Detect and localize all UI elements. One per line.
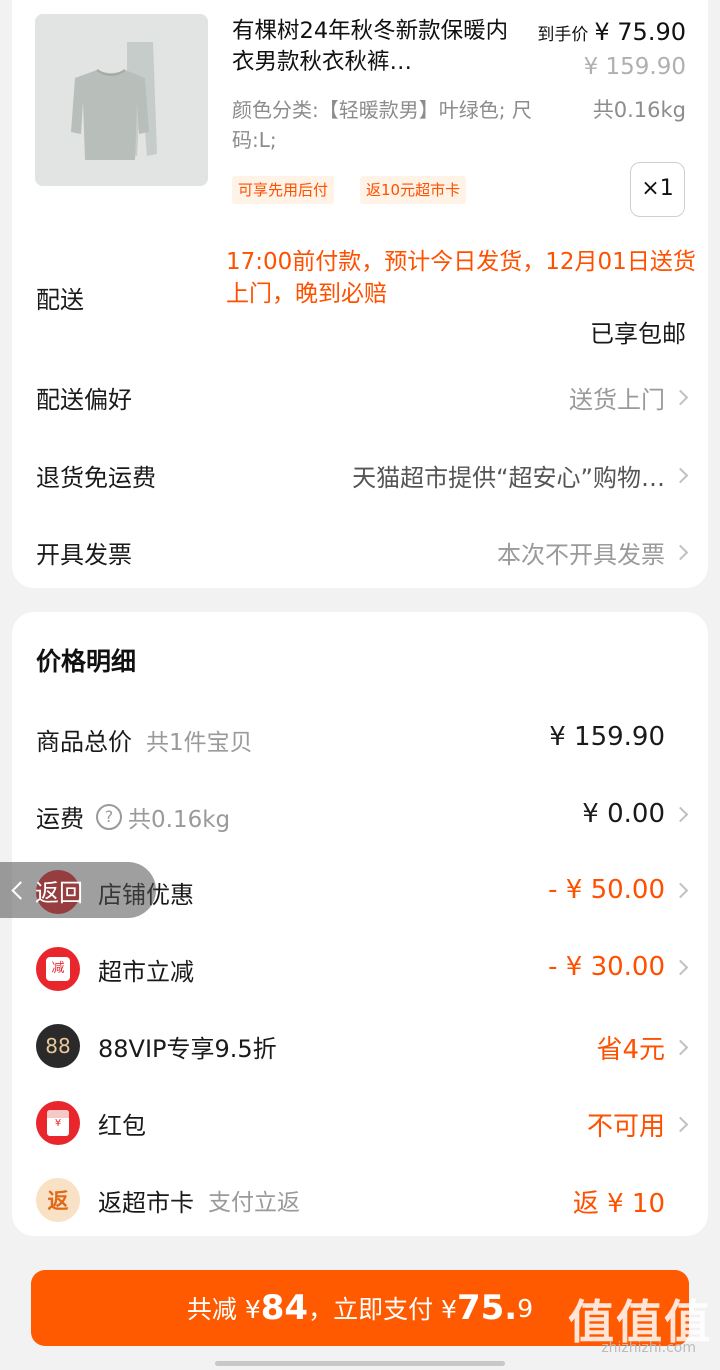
- goods-total-value: ¥ 159.90: [549, 722, 686, 752]
- delivery-preference-value: 送货上门: [569, 386, 665, 414]
- red-packet-label: ¥ 红包: [36, 1101, 146, 1145]
- shop-discount-row[interactable]: - ¥ 50.00: [548, 875, 689, 905]
- market-discount-row[interactable]: - ¥ 30.00: [548, 952, 689, 982]
- goods-total-text: 商品总价: [36, 728, 132, 756]
- product-weight: 共0.16kg: [592, 98, 686, 122]
- price-detail-title: 价格明细: [36, 647, 137, 676]
- delivery-label: 配送: [36, 286, 84, 314]
- vip-row[interactable]: 省4元: [596, 1029, 689, 1066]
- shipping-fee-row[interactable]: ¥ 0.00: [582, 799, 689, 829]
- pay-amount-tail: 9: [517, 1293, 534, 1323]
- chevron-right-icon: [672, 959, 689, 975]
- goods-total-label: 商品总价 共1件宝贝: [36, 722, 253, 757]
- final-price-value: ¥ 75.90: [594, 18, 686, 46]
- shipping-fee-label: 运费 ? 共0.16kg: [36, 799, 230, 834]
- chevron-right-icon: [672, 544, 689, 561]
- card-return-value: 返 ¥ 10: [573, 1183, 686, 1220]
- pay-saved-amount: 84: [260, 1288, 309, 1328]
- return-free-shipping-row[interactable]: 天猫超市提供“超安心”购物…: [352, 458, 689, 493]
- chevron-right-icon: [672, 1039, 689, 1056]
- help-icon[interactable]: ?: [96, 803, 122, 830]
- product-title[interactable]: 有棵树24年秋冬新款保暖内衣男款秋衣秋裤…: [232, 16, 522, 78]
- watermark-url: zhizhizhi.com: [601, 1340, 696, 1356]
- red-packet-icon: ¥: [36, 1101, 80, 1145]
- original-price: ¥ 159.90: [583, 54, 686, 80]
- return-card-icon: 返: [36, 1178, 80, 1222]
- pay-saved-prefix: 共减 ¥: [186, 1295, 261, 1324]
- tag-market-card: 返10元超市卡: [360, 176, 467, 204]
- vip-saving: 省4元: [596, 1035, 665, 1065]
- red-packet-row[interactable]: 不可用: [586, 1106, 689, 1143]
- final-price: 到手价 ¥ 75.90: [537, 18, 686, 46]
- delivery-promise: 17:00前付款，预计今日发货，12月01日送货上门，晚到必赔: [226, 249, 696, 307]
- card-return-text: 返超市卡: [98, 1188, 194, 1217]
- reduce-icon: 减: [36, 947, 80, 991]
- chevron-right-icon: [672, 467, 689, 484]
- market-discount-text: 超市立减: [98, 957, 194, 986]
- vip-text: 88VIP专享9.5折: [98, 1034, 277, 1063]
- return-free-shipping-label: 退货免运费: [36, 464, 156, 492]
- invoice-label: 开具发票: [36, 541, 132, 569]
- market-discount-amount: - ¥ 30.00: [548, 952, 665, 982]
- free-shipping-text: 已享包邮: [590, 320, 686, 348]
- shipping-fee-amount: ¥ 0.00: [582, 799, 665, 829]
- card-return-label: 返 返超市卡 支付立返: [36, 1178, 300, 1222]
- goods-count: 共1件宝贝: [146, 729, 253, 756]
- pay-amount: 75.: [456, 1288, 518, 1328]
- card-return-amount: 返 ¥ 10: [572, 1189, 665, 1219]
- chevron-right-icon: [672, 882, 689, 898]
- card-return-sub: 支付立返: [208, 1190, 300, 1216]
- shop-discount-amount: - ¥ 50.00: [548, 875, 665, 905]
- final-price-label: 到手价: [537, 25, 589, 45]
- red-packet-status: 不可用: [586, 1112, 665, 1142]
- delivery-preference-row[interactable]: 送货上门: [569, 380, 689, 415]
- return-free-shipping-value: 天猫超市提供“超安心”购物…: [352, 464, 665, 492]
- chevron-right-icon: [672, 806, 689, 822]
- back-button[interactable]: 返回: [0, 862, 156, 918]
- red-packet-icon-text: ¥: [47, 1110, 69, 1136]
- home-indicator[interactable]: [215, 1361, 505, 1366]
- tag-pay-later: 可享先用后付: [232, 176, 335, 204]
- vip-88-icon: 88: [36, 1024, 80, 1068]
- order-item-card: 有棵树24年秋冬新款保暖内衣男款秋衣秋裤… 到手价 ¥ 75.90 ¥ 159.9…: [12, 0, 708, 588]
- market-discount-label: 减 超市立减: [36, 947, 194, 991]
- chevron-right-icon: [672, 389, 689, 406]
- chevron-right-icon: [672, 1116, 689, 1133]
- shipping-fee-text: 运费: [36, 805, 84, 833]
- back-label: 返回: [35, 878, 83, 907]
- invoice-row[interactable]: 本次不开具发票: [497, 535, 689, 570]
- chevron-left-icon: [11, 880, 30, 900]
- pay-now-text: ，立即支付 ¥: [308, 1295, 457, 1324]
- delivery-preference-label: 配送偏好: [36, 386, 132, 414]
- invoice-value: 本次不开具发票: [497, 541, 665, 569]
- thermal-underwear-image: [35, 14, 208, 186]
- reduce-icon-text: 减: [46, 957, 70, 981]
- vip-label: 88 88VIP专享9.5折: [36, 1024, 277, 1068]
- goods-total-amount: ¥ 159.90: [549, 722, 665, 752]
- shipping-weight: 共0.16kg: [128, 806, 231, 833]
- product-spec: 颜色分类:【轻暖款男】叶绿色; 尺码:L;: [232, 98, 532, 152]
- quantity-stepper[interactable]: ×1: [630, 162, 685, 217]
- price-detail-card: 价格明细 商品总价 共1件宝贝 ¥ 159.90 运费 ? 共0.16kg ¥ 0…: [12, 612, 708, 1236]
- product-thumbnail[interactable]: [35, 14, 208, 186]
- red-packet-text: 红包: [98, 1111, 146, 1140]
